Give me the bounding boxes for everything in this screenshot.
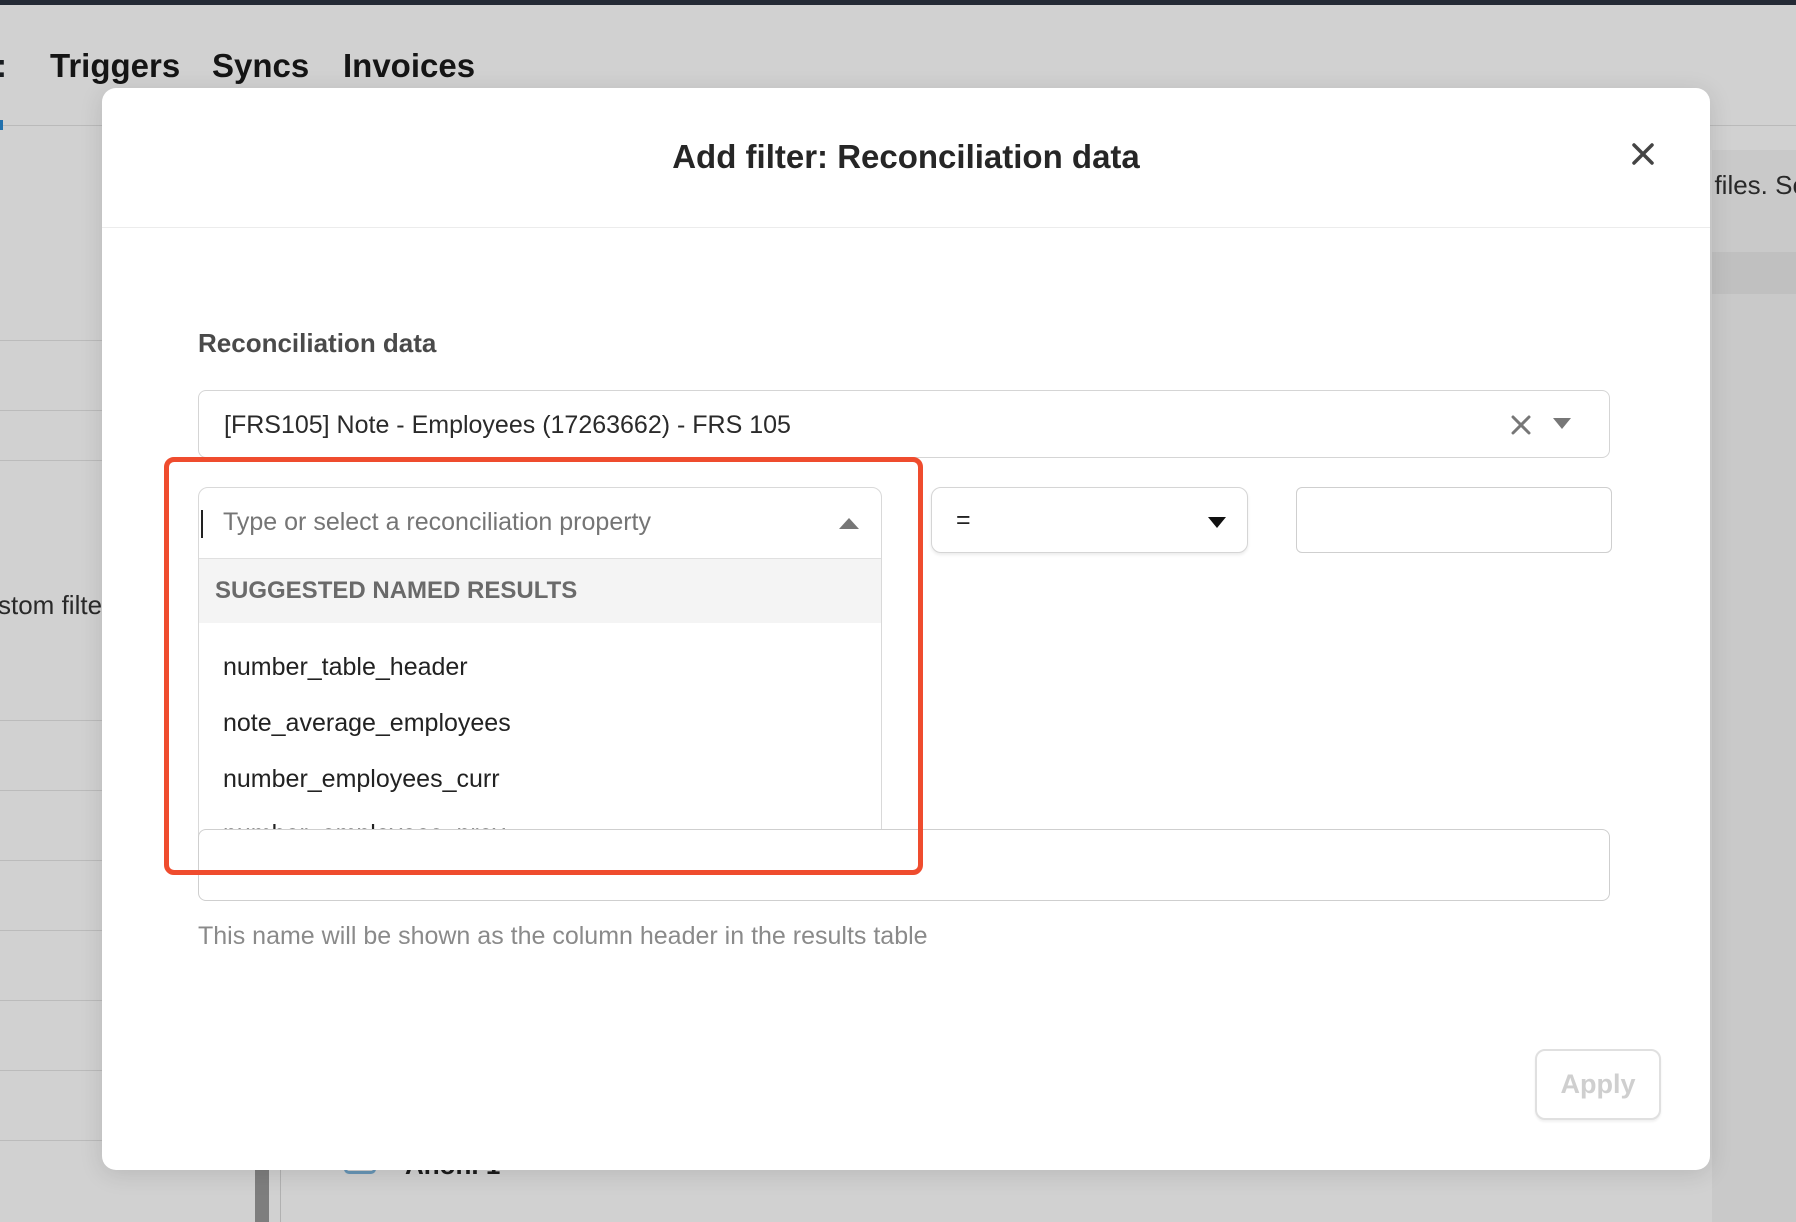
column-name-helper-text: This name will be shown as the column he… — [198, 922, 928, 950]
modal-title: Add filter: Reconciliation data — [672, 138, 1140, 175]
operator-select[interactable]: = — [931, 487, 1248, 553]
close-icon[interactable] — [1625, 136, 1661, 172]
filter-value-input[interactable] — [1296, 487, 1612, 553]
chevron-up-icon[interactable] — [839, 516, 859, 529]
clear-icon[interactable] — [1509, 413, 1533, 437]
column-name-input[interactable] — [198, 829, 1610, 901]
add-filter-modal: Add filter: Reconciliation data Reconcil… — [102, 88, 1710, 1170]
dropdown-option[interactable]: number_employees_curr — [223, 765, 500, 794]
property-input-row[interactable] — [199, 488, 881, 559]
reconciliation-data-label: Reconciliation data — [198, 328, 437, 358]
chevron-down-icon[interactable] — [1553, 417, 1571, 429]
apply-button[interactable]: Apply — [1535, 1049, 1661, 1120]
dropdown-option[interactable]: note_average_employees — [223, 709, 511, 738]
modal-header: Add filter: Reconciliation data — [102, 88, 1710, 228]
dropdown-option[interactable]: number_table_header — [223, 653, 468, 682]
reconciliation-select[interactable]: [FRS105] Note - Employees (17263662) - F… — [198, 390, 1610, 458]
text-cursor — [201, 510, 203, 538]
property-search-input[interactable] — [223, 508, 803, 537]
dropdown-group-header: SUGGESTED NAMED RESULTS — [199, 559, 881, 623]
property-combobox[interactable]: SUGGESTED NAMED RESULTS number_table_hea… — [198, 487, 882, 847]
operator-select-value: = — [956, 506, 971, 534]
chevron-down-icon[interactable] — [1208, 516, 1226, 528]
reconciliation-select-value: [FRS105] Note - Employees (17263662) - F… — [224, 411, 791, 439]
